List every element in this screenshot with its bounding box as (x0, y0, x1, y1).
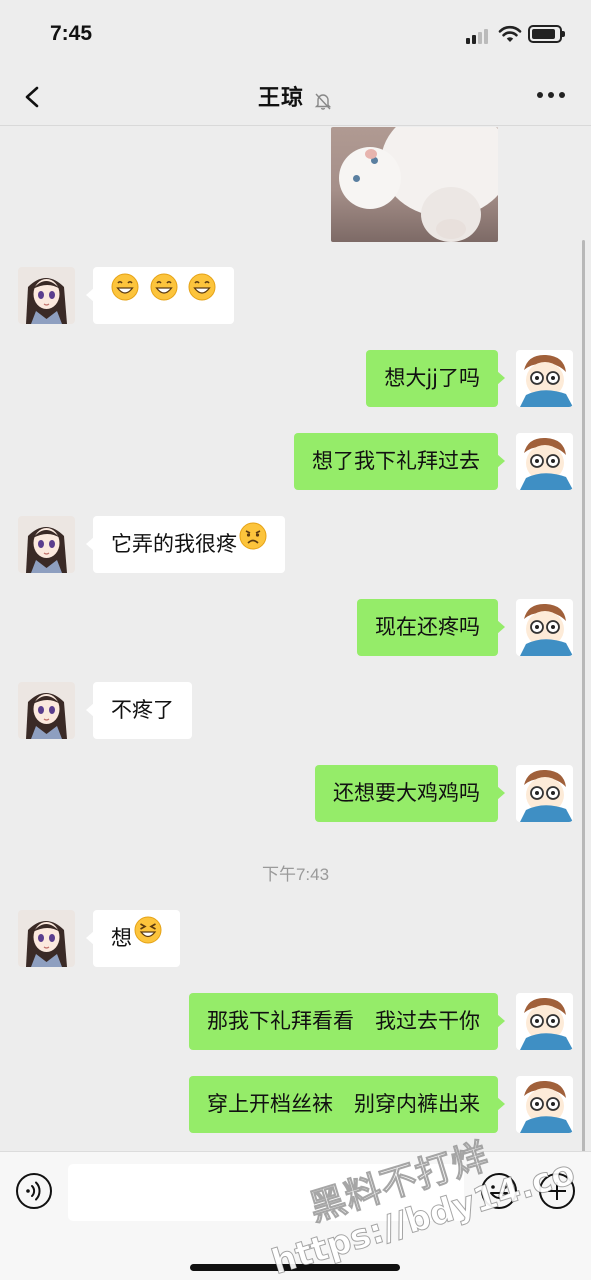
message-bubble-incoming[interactable]: 它弄的我很疼 (86, 515, 285, 573)
message-bubble-outgoing[interactable]: 穿上开档丝袜 别穿内裤出来 (189, 1076, 505, 1133)
user-avatar[interactable] (516, 1076, 573, 1133)
squint-grin-emoji (134, 909, 162, 966)
user-avatar[interactable] (516, 350, 573, 407)
contact-avatar[interactable] (18, 682, 75, 739)
contact-avatar[interactable] (18, 910, 75, 967)
voice-icon[interactable] (15, 1172, 53, 1210)
message-list[interactable]: 想大jj了吗 想了我下礼拜过去 它弄的我很疼 现在还疼吗 不疼了 还想要大鸡鸡吗… (0, 127, 591, 1151)
grin-emoji (188, 266, 216, 323)
grin-emoji (111, 266, 139, 323)
user-avatar[interactable] (516, 599, 573, 656)
more-dots-icon[interactable] (537, 92, 565, 100)
message-bubble-incoming[interactable] (85, 266, 235, 324)
message-bubble-outgoing[interactable]: 想大jj了吗 (366, 350, 505, 407)
home-indicator[interactable] (190, 1264, 400, 1271)
user-avatar[interactable] (516, 433, 573, 490)
frown-emoji (239, 515, 267, 572)
message-bubble-outgoing[interactable]: 还想要大鸡鸡吗 (315, 765, 505, 822)
message-bubble-outgoing[interactable]: 现在还疼吗 (357, 599, 505, 656)
message-text: 想 (111, 926, 132, 950)
message-timestamp: 下午7:43 (261, 865, 330, 884)
contact-avatar[interactable] (18, 516, 75, 573)
status-bar: 7:45 (0, 0, 591, 70)
user-avatar[interactable] (516, 993, 573, 1050)
scrollbar[interactable] (582, 240, 585, 1151)
message-bubble-incoming[interactable]: 不疼了 (86, 682, 192, 739)
message-bubble-outgoing[interactable]: 想了我下礼拜过去 (294, 433, 505, 490)
wifi-icon (498, 25, 522, 42)
cat-photo-message[interactable] (331, 127, 498, 242)
message-input[interactable] (68, 1164, 464, 1221)
message-text: 它弄的我很疼 (111, 532, 237, 556)
grin-emoji (150, 266, 178, 323)
emoji-icon[interactable] (480, 1172, 518, 1210)
chat-title-area[interactable]: 王琼 (0, 80, 591, 112)
mute-bell-icon (314, 93, 332, 110)
status-time: 7:45 (50, 22, 93, 45)
battery-icon (528, 25, 565, 43)
input-bar (0, 1151, 591, 1280)
message-bubble-incoming[interactable]: 想 (86, 909, 180, 967)
chat-title: 王琼 (257, 86, 304, 111)
chat-header: 王琼 (0, 70, 591, 126)
contact-avatar[interactable] (18, 267, 75, 324)
plus-icon[interactable] (538, 1172, 576, 1210)
user-avatar[interactable] (516, 765, 573, 822)
cellular-signal-icon (466, 28, 492, 44)
message-bubble-outgoing[interactable]: 那我下礼拜看看 我过去干你 (189, 993, 505, 1050)
